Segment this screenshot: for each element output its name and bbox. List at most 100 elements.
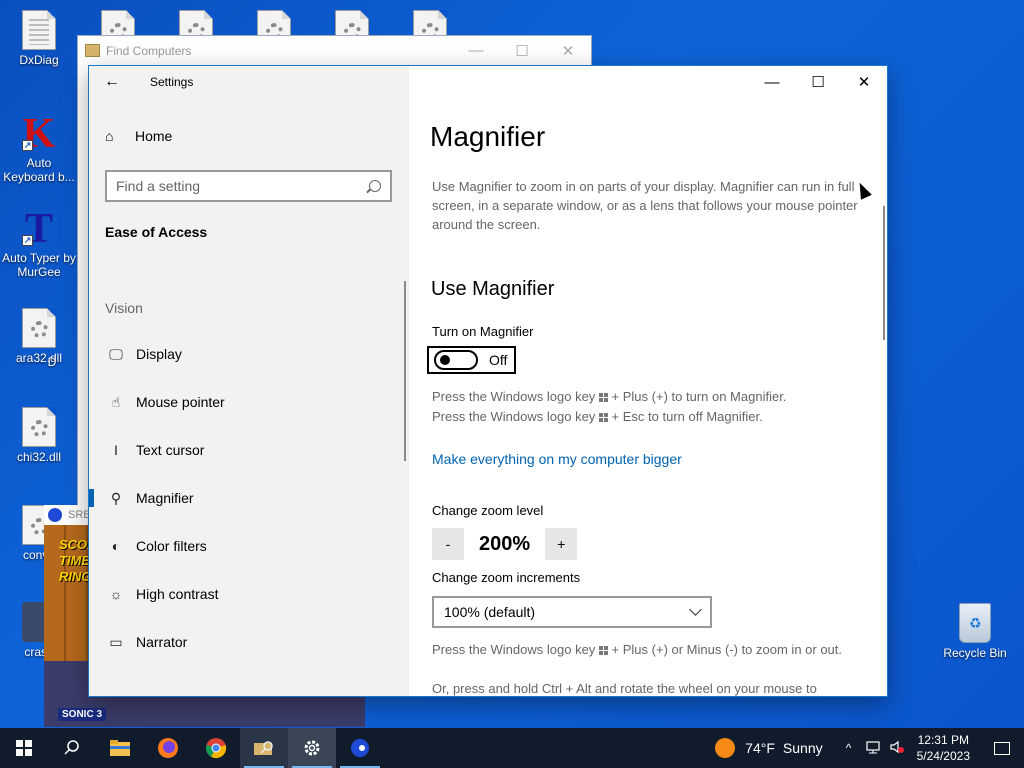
start-button[interactable] bbox=[0, 728, 48, 768]
title-bar[interactable]: Find Computers — ☐ ✕ bbox=[78, 36, 591, 65]
dll-gear-icon bbox=[22, 308, 56, 348]
hint-text: + Plus (+) to turn on Magnifier. bbox=[611, 389, 787, 404]
sidebar-item-label: Narrator bbox=[136, 634, 188, 650]
zoom-increments-dropdown[interactable]: 100% (default) bbox=[432, 596, 712, 628]
sidebar-item-magnifier[interactable]: ⚲ Magnifier bbox=[89, 478, 409, 518]
find-computers-taskbar-button[interactable] bbox=[240, 728, 288, 768]
sidebar-scrollbar[interactable] bbox=[404, 281, 406, 461]
dll-gear-icon bbox=[335, 10, 369, 38]
sidebar-item-high-contrast[interactable]: ☼ High contrast bbox=[89, 574, 409, 614]
page-scrollbar[interactable] bbox=[883, 206, 885, 340]
windows-key-icon bbox=[598, 646, 608, 655]
folder-search-icon bbox=[254, 741, 273, 755]
firefox-button[interactable] bbox=[144, 728, 192, 768]
chrome-button[interactable] bbox=[192, 728, 240, 768]
magnifier-page: — ☐ ✕ Magnifier Use Magnifier to zoom in… bbox=[409, 66, 887, 696]
palette-icon: ◐ bbox=[111, 538, 121, 554]
hint-text: Press the Windows logo key bbox=[432, 642, 596, 657]
zoom-level-stepper: - 200% + bbox=[432, 528, 578, 560]
desktop-icon-auto-typer[interactable]: T ↗ Auto Typer by MurGee bbox=[1, 208, 77, 279]
sun-icon bbox=[715, 738, 736, 758]
show-hidden-icons-chevron-icon[interactable]: ^ bbox=[837, 741, 861, 755]
sidebar-item-display[interactable]: 🖵 Display bbox=[89, 334, 409, 374]
desktop-icon-top[interactable] bbox=[314, 10, 390, 38]
weather-condition: Sunny bbox=[782, 740, 823, 756]
chevron-down-icon bbox=[689, 603, 702, 616]
close-button[interactable]: ✕ bbox=[545, 42, 591, 60]
dll-gear-icon bbox=[22, 407, 56, 447]
desktop-icon-top[interactable] bbox=[236, 10, 312, 38]
zoom-shortcut-hint: Press the Windows logo key + Plus (+) or… bbox=[432, 640, 872, 660]
monitor-icon: 🖵 bbox=[109, 345, 123, 362]
zoom-out-button[interactable]: - bbox=[432, 528, 464, 560]
desktop-icon-top[interactable] bbox=[80, 10, 156, 38]
shortcut-arrow-icon: ↗ bbox=[22, 140, 33, 151]
dll-gear-icon bbox=[101, 10, 135, 38]
settings-window[interactable]: ← Settings ⌂ Home Find a setting Ease of… bbox=[88, 65, 888, 697]
zoom-increments-label: Change zoom increments bbox=[432, 570, 581, 585]
desktop-icon-recycle-bin[interactable]: ♻ Recycle Bin bbox=[937, 603, 1013, 660]
action-center-button[interactable] bbox=[980, 728, 1024, 768]
document-icon bbox=[22, 10, 56, 50]
toggle-state: Off bbox=[489, 352, 508, 368]
page-title: Magnifier bbox=[430, 121, 546, 152]
desktop-icon-chi32[interactable]: chi32.dll bbox=[1, 407, 77, 464]
desktop-icon-top[interactable] bbox=[392, 10, 468, 38]
pointer-icon: ☝ bbox=[111, 393, 121, 410]
taskbar: 74°F Sunny ^ 12:31 PM 5/24/2023 bbox=[0, 728, 1024, 768]
sidebar-item-mouse-pointer[interactable]: ☝ Mouse pointer bbox=[89, 382, 409, 422]
use-magnifier-heading: Use Magnifier bbox=[431, 278, 555, 300]
dll-gear-icon bbox=[179, 10, 213, 38]
make-everything-bigger-link[interactable]: Make everything on my computer bigger bbox=[432, 451, 682, 467]
volume-muted-icon[interactable] bbox=[885, 740, 909, 757]
hint-text: + Plus (+) or Minus (-) to zoom in or ou… bbox=[611, 642, 843, 657]
desktop-icon-top[interactable] bbox=[158, 10, 234, 38]
search-icon bbox=[369, 180, 381, 192]
brightness-icon: ☼ bbox=[109, 586, 123, 602]
group-heading-vision: Vision bbox=[105, 300, 143, 316]
minimize-button[interactable]: — bbox=[749, 66, 795, 98]
settings-taskbar-button[interactable] bbox=[288, 728, 336, 768]
clock[interactable]: 12:31 PM 5/24/2023 bbox=[917, 732, 970, 764]
close-button[interactable]: ✕ bbox=[841, 66, 887, 98]
volume-glyph bbox=[890, 740, 904, 753]
home-nav-item[interactable]: ⌂ Home bbox=[105, 128, 172, 144]
shortcut-hint-off: Press the Windows logo key + Esc to turn… bbox=[432, 407, 872, 427]
weather-widget[interactable]: 74°F Sunny bbox=[715, 738, 823, 758]
section-title: Ease of Access bbox=[105, 224, 208, 240]
zoom-value: 200% bbox=[479, 532, 531, 555]
settings-search-input[interactable]: Find a setting bbox=[105, 170, 392, 202]
shortcut-arrow-icon: ↗ bbox=[22, 235, 33, 246]
network-icon[interactable] bbox=[861, 740, 885, 757]
desktop-icon-auto-keyboard[interactable]: K ↗ Auto Keyboard b... bbox=[1, 113, 77, 184]
sidebar-item-label: High contrast bbox=[136, 586, 219, 602]
back-button[interactable]: ← bbox=[89, 66, 135, 98]
shortcut-hint-on: Press the Windows logo key + Plus (+) to… bbox=[432, 387, 872, 407]
desktop-icon-partial[interactable]: D bbox=[42, 355, 62, 369]
text-cursor-icon: I bbox=[114, 442, 118, 458]
clock-time: 12:31 PM bbox=[917, 733, 969, 747]
toggle-switch[interactable] bbox=[434, 350, 478, 370]
auto-keyboard-icon: K ↗ bbox=[22, 113, 56, 155]
sonic-app-icon bbox=[48, 508, 62, 522]
desktop-icon-ara32[interactable]: ara32.dll bbox=[1, 308, 77, 365]
windows-key-icon bbox=[598, 393, 608, 402]
maximize-button[interactable]: ☐ bbox=[795, 66, 841, 98]
clock-date: 5/24/2023 bbox=[916, 749, 970, 763]
sidebar-item-text-cursor[interactable]: I Text cursor bbox=[89, 430, 409, 470]
sonic-taskbar-button[interactable] bbox=[336, 728, 384, 768]
maximize-button[interactable]: ☐ bbox=[499, 42, 545, 60]
magnifier-toggle[interactable]: Off bbox=[427, 346, 516, 374]
search-button[interactable] bbox=[48, 728, 96, 768]
minimize-button[interactable]: — bbox=[453, 42, 499, 60]
sidebar-item-narrator[interactable]: ▭ Narrator bbox=[89, 622, 409, 662]
windows-logo-icon bbox=[16, 740, 32, 756]
hint-text: + Esc to turn off Magnifier. bbox=[611, 409, 763, 424]
desktop-icon-dxdiag[interactable]: DxDiag bbox=[1, 10, 77, 67]
zoom-level-label: Change zoom level bbox=[432, 503, 544, 518]
desktop-icon-label: Auto Keyboard b... bbox=[3, 156, 75, 184]
file-explorer-button[interactable] bbox=[96, 728, 144, 768]
sidebar-item-color-filters[interactable]: ◐ Color filters bbox=[89, 526, 409, 566]
dropdown-value: 100% (default) bbox=[444, 604, 536, 620]
zoom-in-button[interactable]: + bbox=[545, 528, 578, 560]
